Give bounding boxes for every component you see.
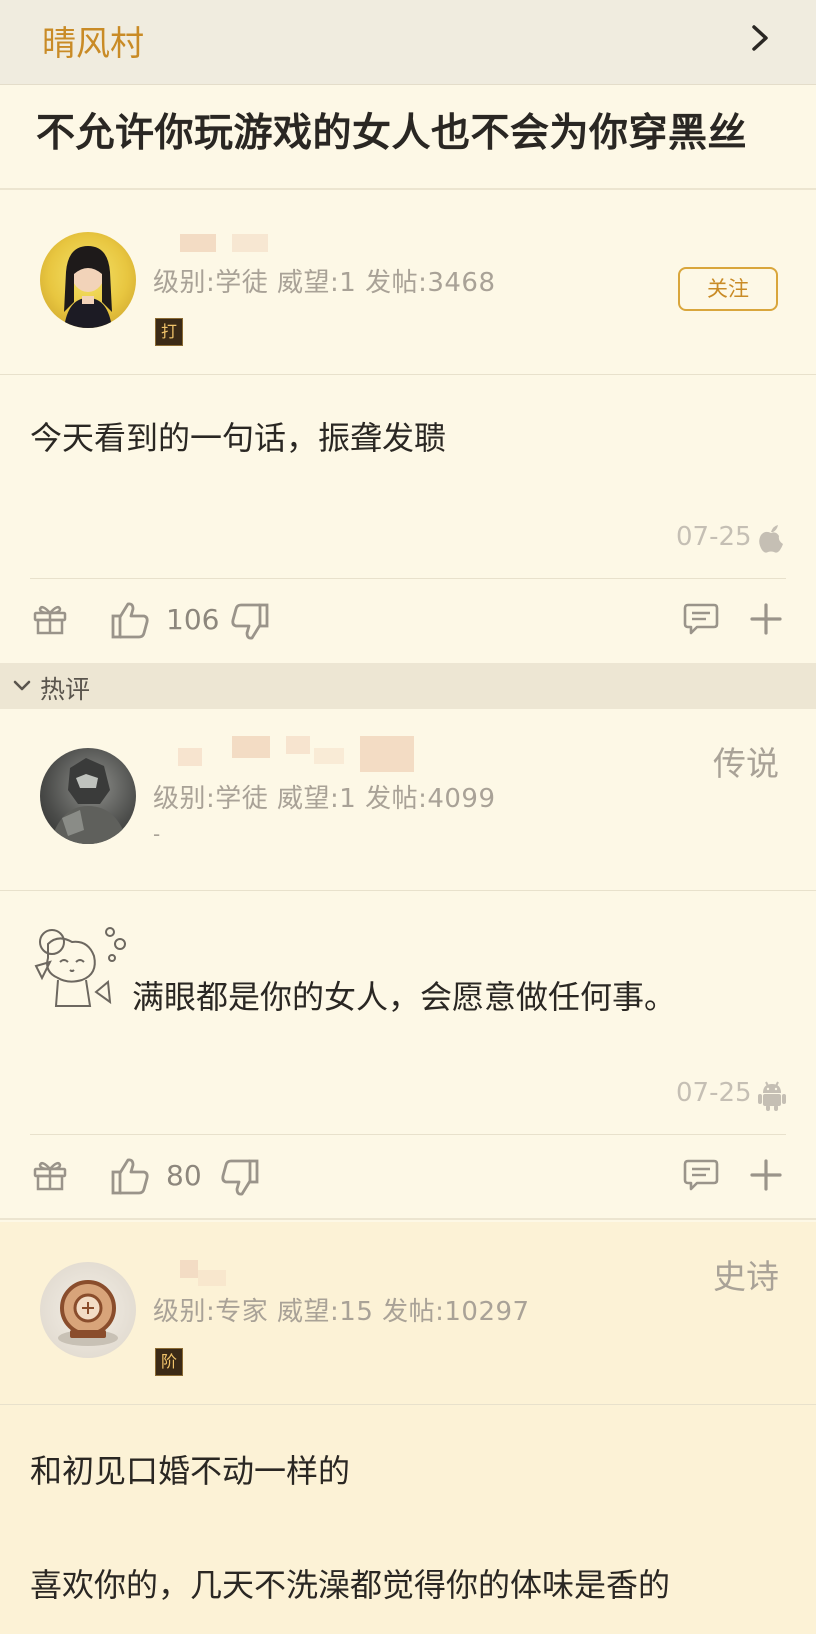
forum-name[interactable]: 晴风村 [42,16,144,65]
like-count: 106 [166,603,220,636]
avatar-portrait [50,758,128,844]
divider [0,1218,816,1220]
gift-icon[interactable] [32,1158,68,1192]
like-count: 80 [166,1159,202,1192]
chevron-right-icon[interactable] [745,21,775,55]
chevron-down-icon[interactable] [12,678,32,694]
username-obscured [198,1270,226,1286]
username-obscured [314,748,344,764]
username-obscured [232,736,270,758]
thumbs-down-icon[interactable] [220,1158,260,1198]
divider [30,1134,786,1135]
user-signature: - [153,822,161,846]
hot-comments-label: 热评 [40,675,91,704]
android-icon [758,1081,786,1111]
avatar[interactable] [40,748,136,844]
thumbs-up-icon[interactable] [110,600,150,640]
comment-date: 07-25 [676,1078,752,1108]
avatar[interactable] [40,1262,136,1358]
post-content: 今天看到的一句话，振聋发聩 [30,419,447,457]
comment-content-line: 喜欢你的，几天不洗澡都觉得你的体味是香的 [30,1566,671,1604]
thumbs-down-icon[interactable] [230,602,270,642]
plus-icon[interactable] [750,603,782,635]
follow-button[interactable]: 关注 [678,267,778,311]
divider [0,374,816,375]
post-title: 不允许你玩游戏的女人也不会为你穿黑丝 [36,111,748,156]
user-meta: 级别:学徒 威望:1 发帖:4099 [153,784,496,814]
comment-icon[interactable] [683,1158,719,1192]
username-obscured [286,736,310,754]
avatar-portrait [58,1280,118,1346]
comment-content-line: 和初见口婚不动一样的 [30,1452,351,1490]
divider [0,1404,816,1405]
username-obscured [232,234,268,252]
user-badge: 打 [155,318,183,346]
divider [0,188,816,190]
comment-icon[interactable] [683,602,719,636]
comment-content: 满眼都是你的女人，会愿意做任何事。 [132,978,677,1016]
username-obscured [180,234,216,252]
user-badge: 阶 [155,1348,183,1376]
sticker-image [34,927,126,1007]
apple-icon [759,525,783,553]
divider [0,890,816,891]
hot-comments-bar[interactable]: 热评 [0,663,816,709]
plus-icon[interactable] [750,1159,782,1191]
rank-label: 史诗 [713,1257,779,1296]
avatar-portrait [64,246,112,328]
post-date: 07-25 [676,522,752,552]
user-meta: 级别:专家 威望:15 发帖:10297 [153,1297,530,1327]
top-bar: 晴风村 [0,0,816,85]
username-obscured [178,748,202,766]
avatar[interactable] [40,232,136,328]
gift-icon[interactable] [32,602,68,636]
user-meta: 级别:学徒 威望:1 发帖:3468 [153,268,496,298]
username-obscured [180,1260,198,1278]
rank-label: 传说 [713,744,779,783]
thumbs-up-icon[interactable] [110,1156,150,1196]
divider [30,578,786,579]
username-obscured [360,736,414,772]
